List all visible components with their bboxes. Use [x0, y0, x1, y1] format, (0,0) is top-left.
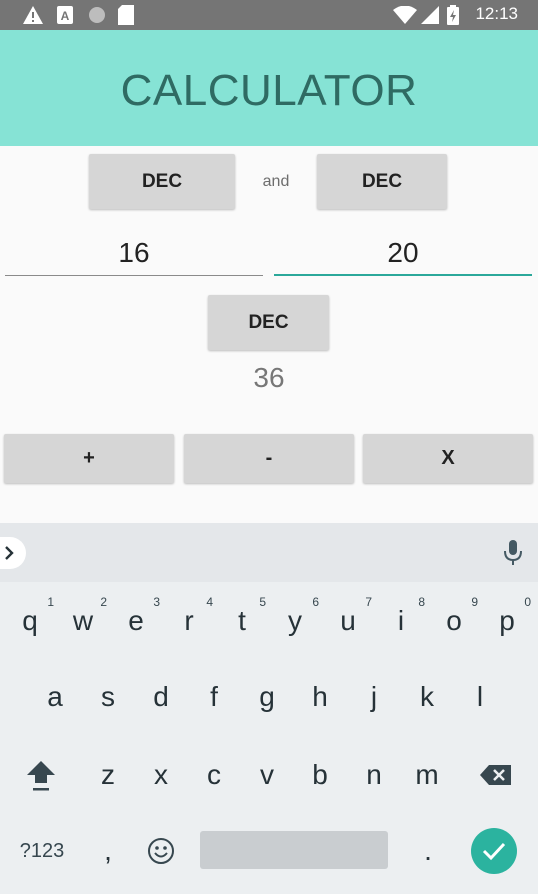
- space-key[interactable]: [200, 831, 388, 869]
- sd-card-icon: [118, 5, 134, 25]
- emoji-icon: [147, 837, 175, 865]
- key-hint: 4: [206, 595, 213, 609]
- operand-right-input[interactable]: [274, 228, 532, 278]
- operand-left-input[interactable]: [5, 228, 263, 278]
- key-k[interactable]: k: [401, 665, 453, 729]
- key-p[interactable]: p0: [481, 589, 533, 653]
- key-v[interactable]: v: [241, 743, 293, 807]
- key-n[interactable]: n: [348, 743, 400, 807]
- key-q[interactable]: q1: [4, 589, 56, 653]
- operand-left-underline: [5, 275, 263, 276]
- key-label: i: [397, 605, 405, 636]
- result-value: 36: [253, 362, 285, 393]
- key-u[interactable]: u7: [322, 589, 374, 653]
- key-w[interactable]: w2: [57, 589, 109, 653]
- key-label: o: [446, 605, 462, 636]
- base-left-button[interactable]: DEC: [89, 154, 235, 209]
- app-bar: CALCULATOR: [0, 30, 538, 146]
- microphone-icon[interactable]: [502, 539, 524, 567]
- subtract-button[interactable]: -: [184, 434, 354, 483]
- key-m[interactable]: m: [401, 743, 453, 807]
- signal-icon: [421, 5, 439, 25]
- key-x[interactable]: x: [135, 743, 187, 807]
- key-hint: 1: [47, 595, 54, 609]
- key-hint: 2: [100, 595, 107, 609]
- keyboard-suggestion-strip: [0, 523, 538, 582]
- and-label: and: [262, 173, 290, 190]
- key-hint: 6: [312, 595, 319, 609]
- status-time: 12:13: [475, 4, 518, 23]
- comma-key[interactable]: ,: [82, 819, 134, 883]
- key-d[interactable]: d: [135, 665, 187, 729]
- add-button[interactable]: +: [4, 434, 174, 483]
- key-hint: 8: [418, 595, 425, 609]
- key-y[interactable]: y6: [269, 589, 321, 653]
- key-t[interactable]: t5: [216, 589, 268, 653]
- operand-right-underline: [274, 274, 532, 276]
- status-bar: A 12:13: [0, 0, 538, 30]
- base-right-button[interactable]: DEC: [317, 154, 447, 209]
- symbols-key[interactable]: ?123: [12, 819, 72, 883]
- key-g[interactable]: g: [241, 665, 293, 729]
- key-b[interactable]: b: [294, 743, 346, 807]
- shift-key[interactable]: [15, 743, 67, 807]
- key-i[interactable]: i8: [375, 589, 427, 653]
- checkmark-icon: [482, 841, 506, 861]
- backspace-key[interactable]: [470, 743, 522, 807]
- key-a[interactable]: a: [29, 665, 81, 729]
- key-e[interactable]: e3: [110, 589, 162, 653]
- key-label: q: [22, 605, 38, 636]
- key-label: w: [72, 605, 94, 636]
- key-r[interactable]: r4: [163, 589, 215, 653]
- key-label: t: [238, 605, 246, 636]
- key-hint: 0: [524, 595, 531, 609]
- battery-charging-icon: [447, 5, 459, 25]
- font-a-icon: A: [57, 5, 73, 25]
- key-c[interactable]: c: [188, 743, 240, 807]
- key-hint: 7: [365, 595, 372, 609]
- circle-icon: [87, 5, 107, 25]
- key-l[interactable]: l: [454, 665, 506, 729]
- key-h[interactable]: h: [294, 665, 346, 729]
- key-o[interactable]: o9: [428, 589, 480, 653]
- period-key[interactable]: .: [402, 819, 454, 883]
- key-j[interactable]: j: [348, 665, 400, 729]
- multiply-button[interactable]: X: [363, 434, 533, 483]
- key-hint: 5: [259, 595, 266, 609]
- key-hint: 9: [471, 595, 478, 609]
- enter-key[interactable]: [471, 828, 517, 874]
- wifi-icon: [393, 5, 417, 25]
- key-label: r: [184, 605, 194, 636]
- key-label: y: [288, 605, 302, 636]
- key-s[interactable]: s: [82, 665, 134, 729]
- svg-text:A: A: [61, 9, 70, 23]
- soft-keyboard: q1w2e3r4t5y6u7i8o9p0 asdfghjkl zxcvbnm ?…: [0, 523, 538, 894]
- key-label: e: [128, 605, 144, 636]
- key-hint: 3: [153, 595, 160, 609]
- key-f[interactable]: f: [188, 665, 240, 729]
- app-title: CALCULATOR: [120, 66, 418, 115]
- key-label: u: [340, 605, 356, 636]
- warning-icon: [22, 5, 44, 25]
- chevron-right-icon[interactable]: [0, 537, 26, 569]
- key-z[interactable]: z: [82, 743, 134, 807]
- result-base-button[interactable]: DEC: [208, 295, 329, 350]
- emoji-key[interactable]: [135, 819, 187, 883]
- key-label: p: [499, 605, 515, 636]
